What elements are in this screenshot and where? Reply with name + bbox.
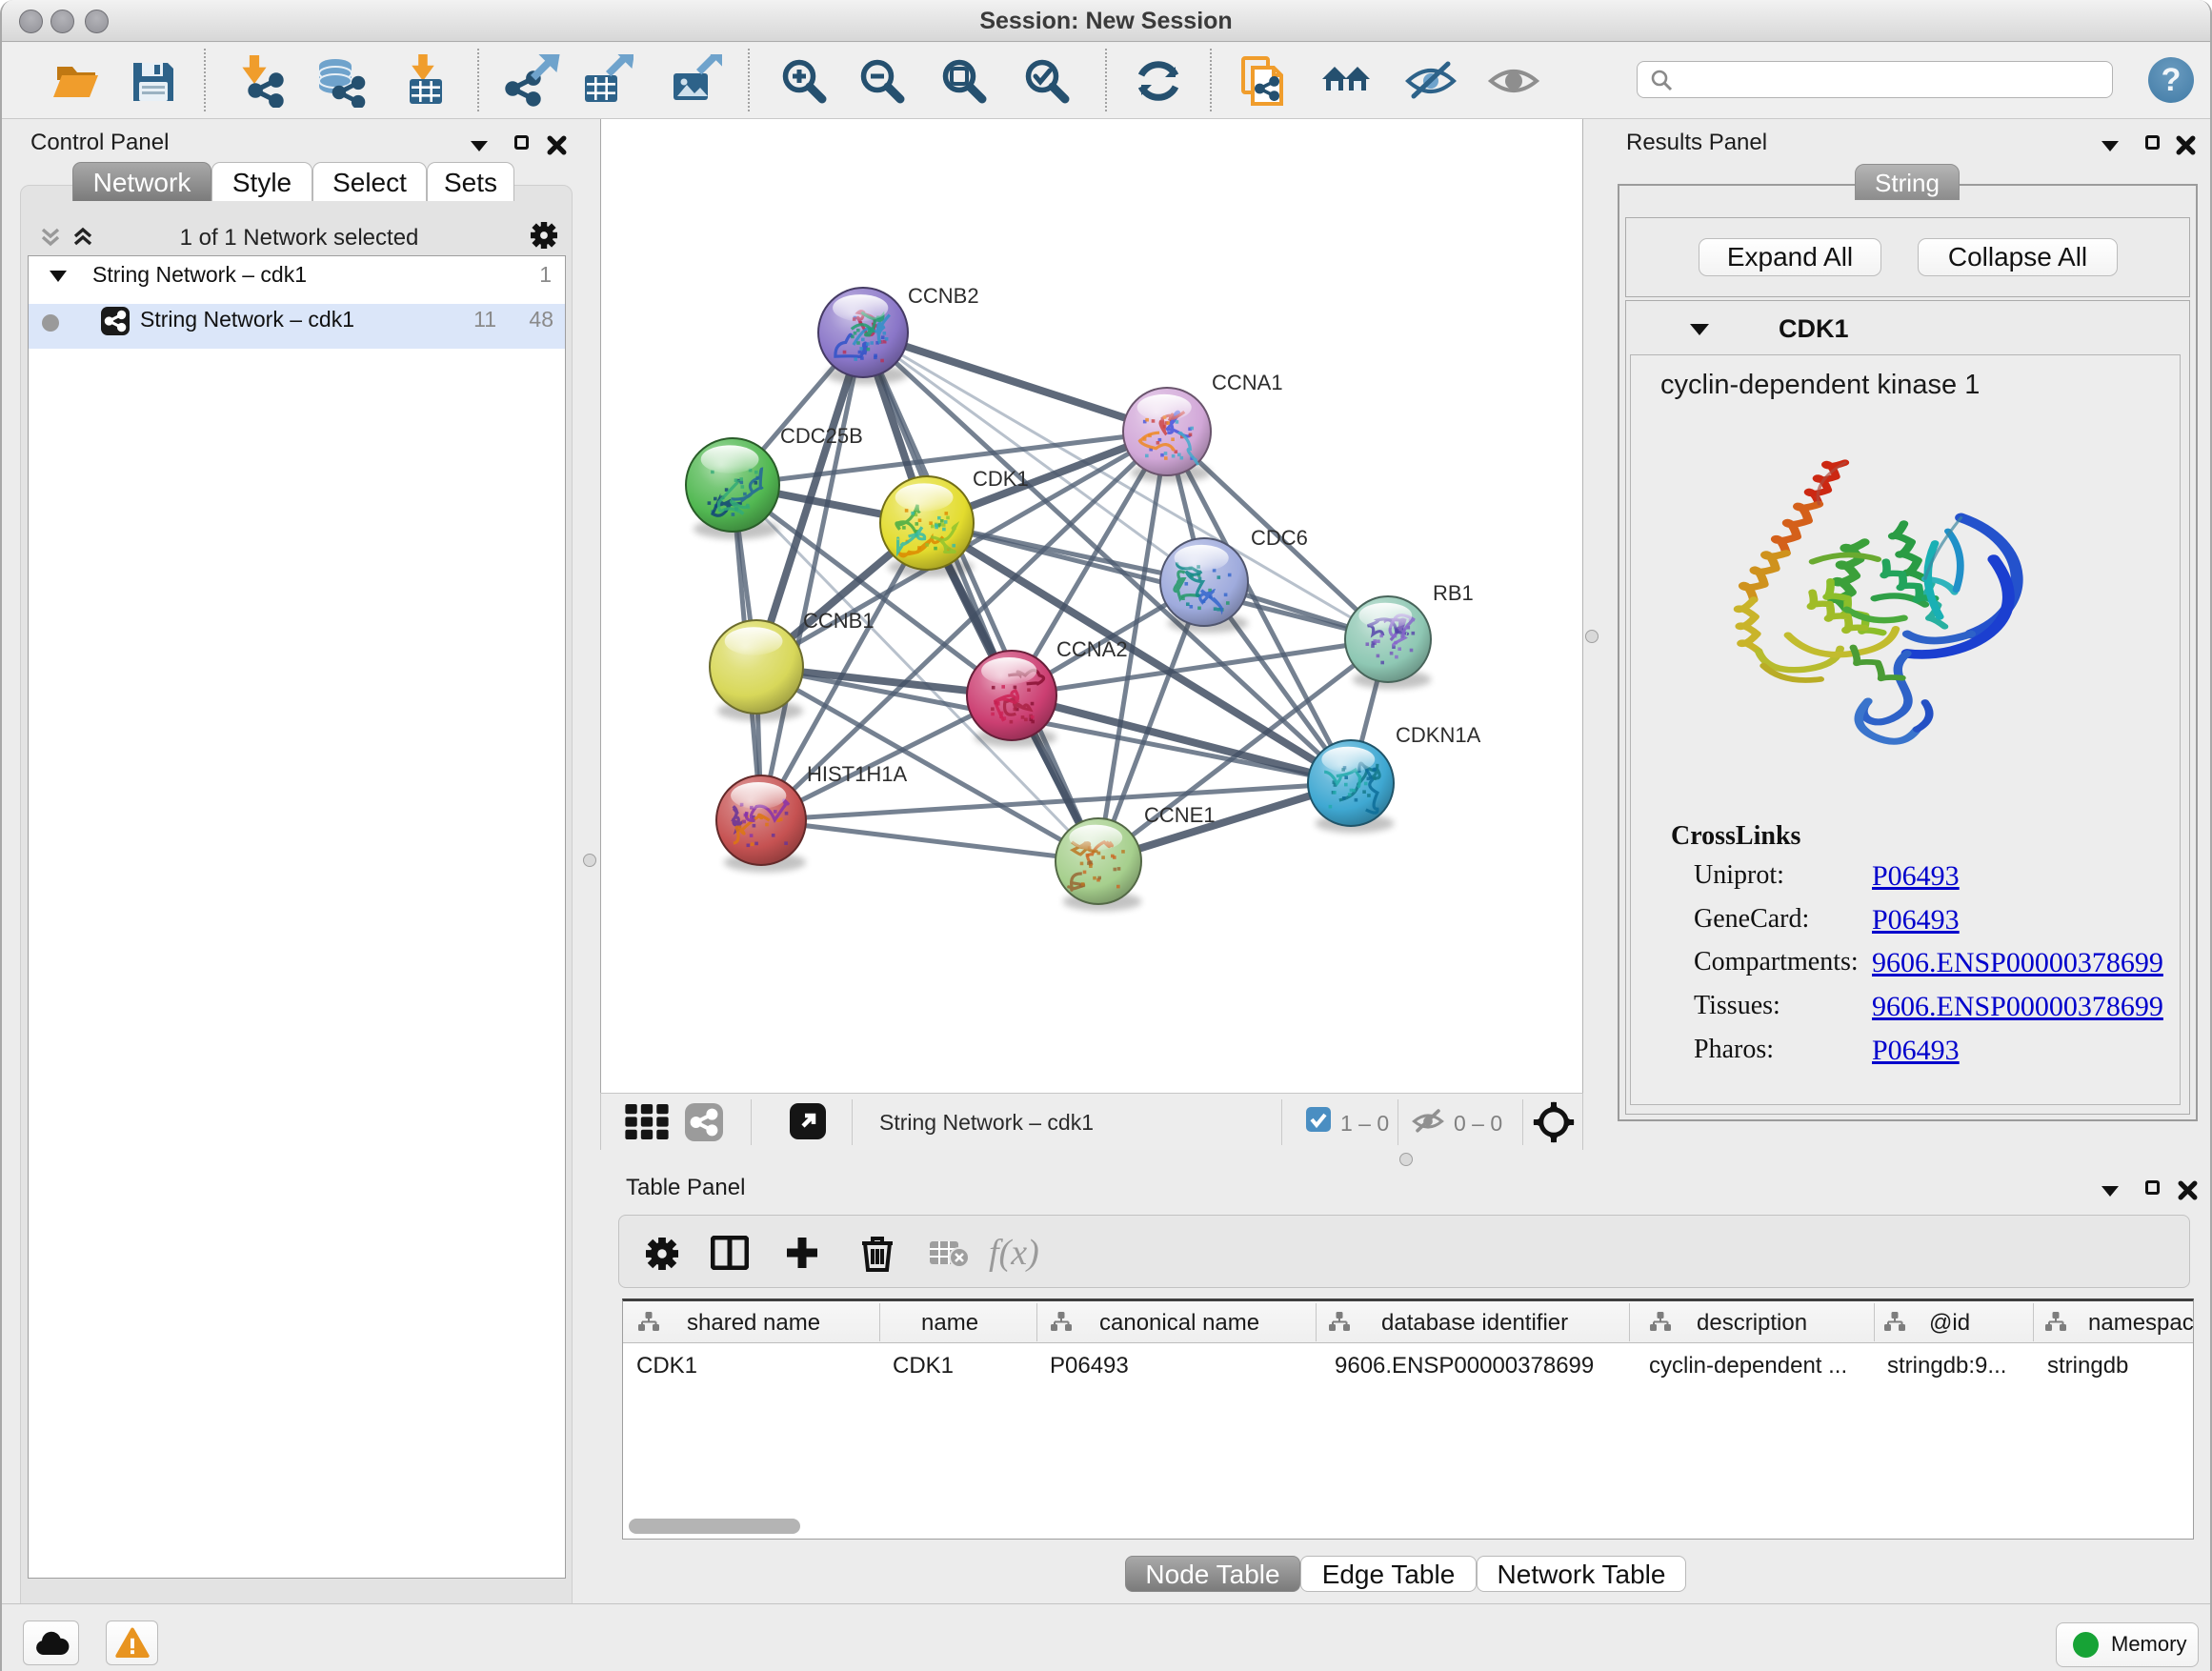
svg-text:CDK1: CDK1 [973,467,1029,491]
svg-text:CCNB1: CCNB1 [803,609,875,633]
svg-text:CDC25B: CDC25B [780,424,863,448]
svg-text:CCNB2: CCNB2 [908,284,979,308]
svg-text:CCNA2: CCNA2 [1056,637,1128,661]
svg-text:CCNA1: CCNA1 [1212,371,1283,394]
svg-text:RB1: RB1 [1433,581,1474,605]
svg-text:HIST1H1A: HIST1H1A [807,762,907,786]
svg-text:CCNE1: CCNE1 [1144,803,1216,827]
svg-text:CDC6: CDC6 [1251,526,1308,550]
svg-text:CDKN1A: CDKN1A [1396,723,1481,747]
